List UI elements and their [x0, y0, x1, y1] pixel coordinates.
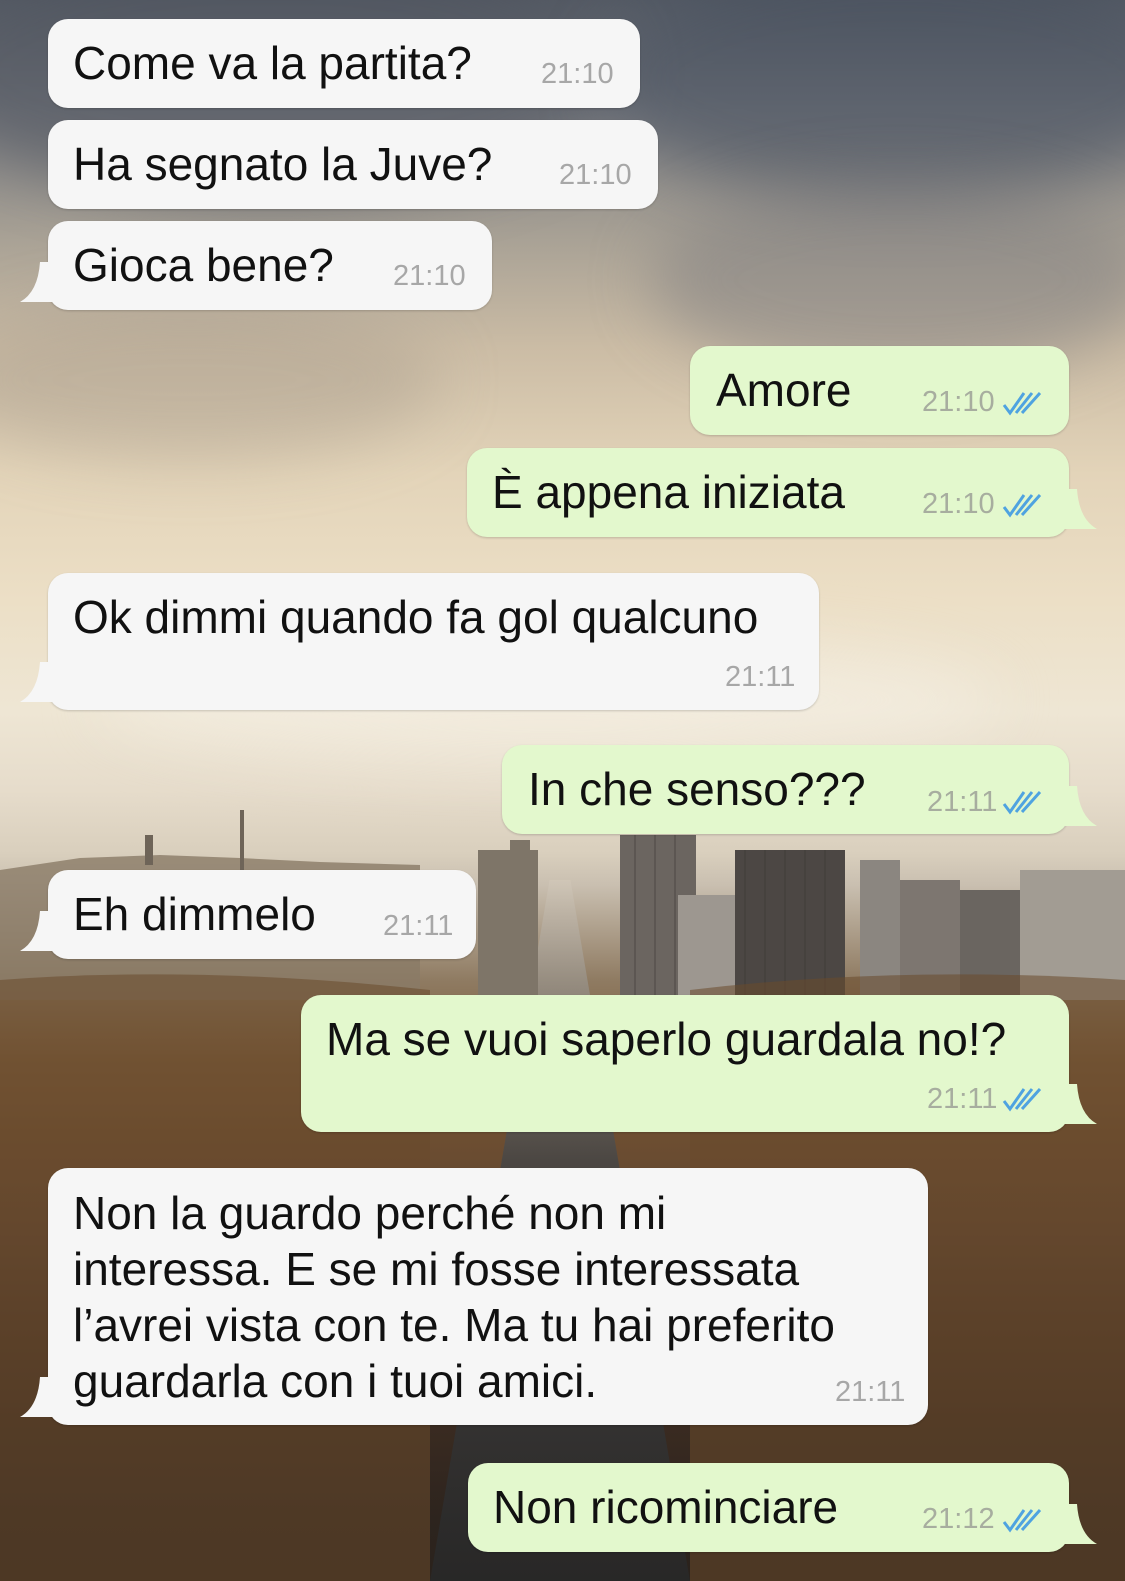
message-text: È appena iniziata: [492, 466, 845, 518]
bubble-tail-icon: [1057, 1504, 1097, 1544]
incoming-message[interactable]: Gioca bene? 21:10: [20, 221, 492, 310]
message-text: Eh dimmelo: [73, 888, 316, 940]
message-text: Ha segnato la Juve?: [73, 138, 493, 190]
message-time: 21:11: [725, 661, 796, 693]
message-time: 21:10: [922, 488, 995, 520]
bubble-tail-icon: [1057, 1084, 1097, 1124]
double-check-icon: [1002, 1087, 1042, 1112]
incoming-message[interactable]: Come va la partita? 21:10: [48, 19, 640, 108]
message-text: Non la guardo perché non mi interessa. E…: [73, 1187, 835, 1407]
bubble-tail-icon: [1057, 489, 1097, 529]
message-text: Ma se vuoi saperlo guardala no!?: [326, 1013, 1007, 1065]
message-text: Amore: [716, 364, 852, 416]
message-text: Come va la partita?: [73, 37, 472, 89]
message-time: 21:11: [835, 1376, 906, 1408]
message-time: 21:10: [393, 260, 466, 292]
message-text: In che senso???: [528, 763, 866, 815]
message-time: 21:10: [559, 159, 632, 191]
outgoing-message[interactable]: È appena iniziata 21:10: [467, 448, 1097, 537]
message-text: Gioca bene?: [73, 239, 334, 291]
bubble-tail-icon: [20, 262, 60, 302]
incoming-message[interactable]: Eh dimmelo 21:11: [20, 870, 476, 959]
message-time: 21:12: [922, 1503, 995, 1535]
incoming-message[interactable]: Ok dimmi quando fa gol qualcuno 21:11: [20, 573, 819, 710]
double-check-icon: [1002, 1508, 1042, 1533]
outgoing-message[interactable]: Non ricominciare 21:12: [468, 1463, 1097, 1552]
outgoing-message[interactable]: Amore 21:10: [690, 346, 1069, 435]
message-text: Non ricominciare: [493, 1481, 839, 1533]
message-time: 21:10: [922, 386, 995, 418]
incoming-message[interactable]: Ha segnato la Juve? 21:10: [48, 120, 658, 209]
message-time: 21:11: [927, 1083, 998, 1115]
outgoing-message[interactable]: In che senso??? 21:11: [502, 745, 1097, 834]
bubble-tail-icon: [1057, 786, 1097, 826]
incoming-message[interactable]: Non la guardo perché non mi interessa. E…: [20, 1168, 928, 1425]
outgoing-message[interactable]: Ma se vuoi saperlo guardala no!? 21:11: [301, 995, 1097, 1132]
bubble-tail-icon: [20, 911, 60, 951]
message-time: 21:10: [541, 58, 614, 90]
message-time: 21:11: [927, 786, 998, 818]
message-time: 21:11: [383, 910, 454, 942]
double-check-icon: [1002, 493, 1042, 518]
bubble-tail-icon: [20, 662, 60, 702]
message-text: Ok dimmi quando fa gol qualcuno: [73, 591, 759, 643]
double-check-icon: [1002, 391, 1042, 416]
bubble-tail-icon: [20, 1377, 60, 1417]
double-check-icon: [1002, 790, 1042, 815]
